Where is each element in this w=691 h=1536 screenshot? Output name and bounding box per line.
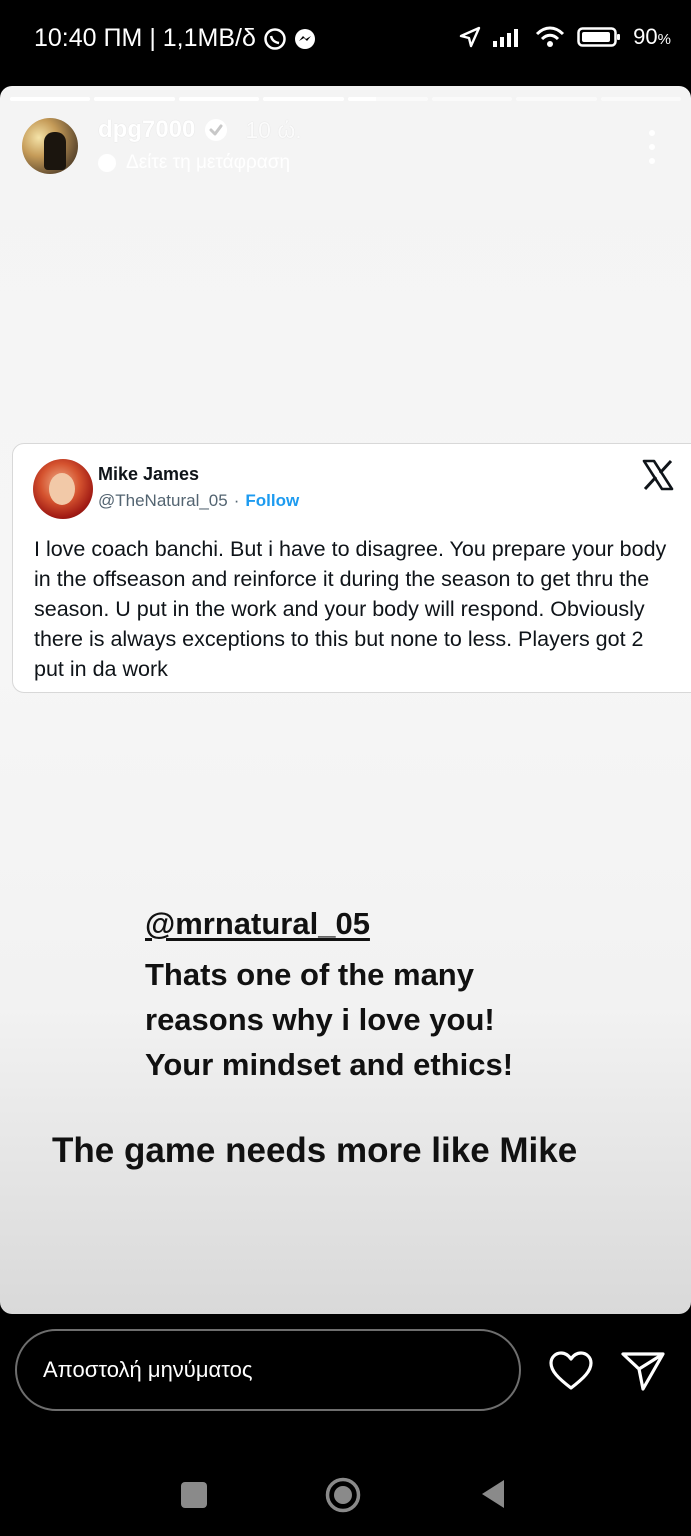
story-caption: Thats one of the many reasons why i love…	[145, 952, 513, 1087]
tweet-handle: @TheNatural_05	[98, 491, 228, 510]
status-right: 90%	[459, 24, 671, 50]
story-canvas[interactable]: dpg7000 10 ώ. Δείτε τη μετάφραση Mike Ja…	[0, 86, 691, 1314]
avatar[interactable]	[22, 118, 78, 174]
send-icon[interactable]	[620, 1350, 666, 1392]
story-username-row[interactable]: dpg7000 10 ώ.	[98, 116, 302, 144]
caption-line: Your mindset and ethics!	[145, 1047, 514, 1082]
tweet-avatar	[33, 459, 93, 519]
tweet-author-name: Mike James	[98, 464, 200, 484]
x-logo-icon	[642, 459, 674, 491]
status-bar: 10:40 ΠΜ | 1,1MB/δ 90%	[0, 0, 691, 80]
username[interactable]: dpg7000	[98, 116, 195, 144]
home-icon[interactable]	[325, 1477, 361, 1513]
location-icon	[459, 26, 481, 48]
battery-level: 90%	[633, 24, 671, 49]
send-message-input[interactable]: Αποστολή μηνύματος	[15, 1329, 521, 1411]
recent-apps-icon[interactable]	[181, 1482, 207, 1508]
tweet-handle-row: @TheNatural_05 · Follow	[98, 491, 299, 511]
progress-fill	[94, 97, 175, 101]
story-header: dpg7000 10 ώ. Δείτε τη μετάφραση	[20, 116, 670, 180]
caption-line: reasons why i love you!	[145, 1002, 495, 1037]
progress-segment	[263, 97, 344, 101]
system-nav-bar	[0, 1450, 691, 1536]
translate-icon	[98, 154, 116, 172]
see-translation-label: Δείτε τη μετάφραση	[126, 152, 291, 173]
progress-segment	[10, 97, 91, 101]
tweet-text: I love coach banchi. But i have to disag…	[34, 537, 667, 681]
see-translation-button[interactable]: Δείτε τη μετάφραση	[98, 152, 290, 174]
send-message-placeholder: Αποστολή μηνύματος	[43, 1357, 253, 1382]
progress-segment	[600, 97, 681, 101]
follow-link[interactable]: Follow	[245, 491, 299, 511]
wifi-icon	[535, 26, 565, 48]
progress-fill	[263, 97, 344, 101]
story-mention[interactable]: @mrnatural_05	[145, 906, 370, 942]
progress-segment	[347, 97, 428, 101]
progress-fill	[178, 97, 260, 101]
tweet-separator: ·	[233, 491, 240, 510]
more-options-icon[interactable]	[640, 130, 664, 164]
whatsapp-icon	[264, 27, 286, 50]
back-icon[interactable]	[480, 1478, 506, 1510]
story-bottom-caption: The game needs more like Mike	[52, 1131, 578, 1170]
status-left: 10:40 ΠΜ | 1,1MB/δ	[34, 24, 316, 53]
screen: 10:40 ΠΜ | 1,1MB/δ 90% dpg7000 10 ώ. Δεί…	[0, 0, 691, 1536]
messenger-icon	[294, 28, 316, 50]
heart-icon[interactable]	[548, 1350, 594, 1392]
progress-segment	[94, 97, 175, 101]
verified-icon	[205, 119, 228, 141]
progress-fill	[10, 97, 91, 101]
progress-segment	[431, 97, 513, 101]
story-progress	[10, 97, 681, 101]
progress-segment	[516, 97, 597, 101]
progress-fill	[347, 97, 376, 101]
post-time: 10 ώ.	[245, 116, 302, 143]
battery-icon	[577, 26, 621, 48]
progress-segment	[178, 97, 260, 101]
signal-icon	[493, 27, 523, 47]
reply-bar: Αποστολή μηνύματος	[0, 1314, 691, 1434]
embedded-tweet[interactable]: Mike James @TheNatural_05 · Follow I lov…	[12, 443, 691, 693]
status-time-and-speed: 10:40 ΠΜ | 1,1MB/δ	[34, 24, 256, 52]
caption-line: Thats one of the many	[145, 957, 474, 992]
